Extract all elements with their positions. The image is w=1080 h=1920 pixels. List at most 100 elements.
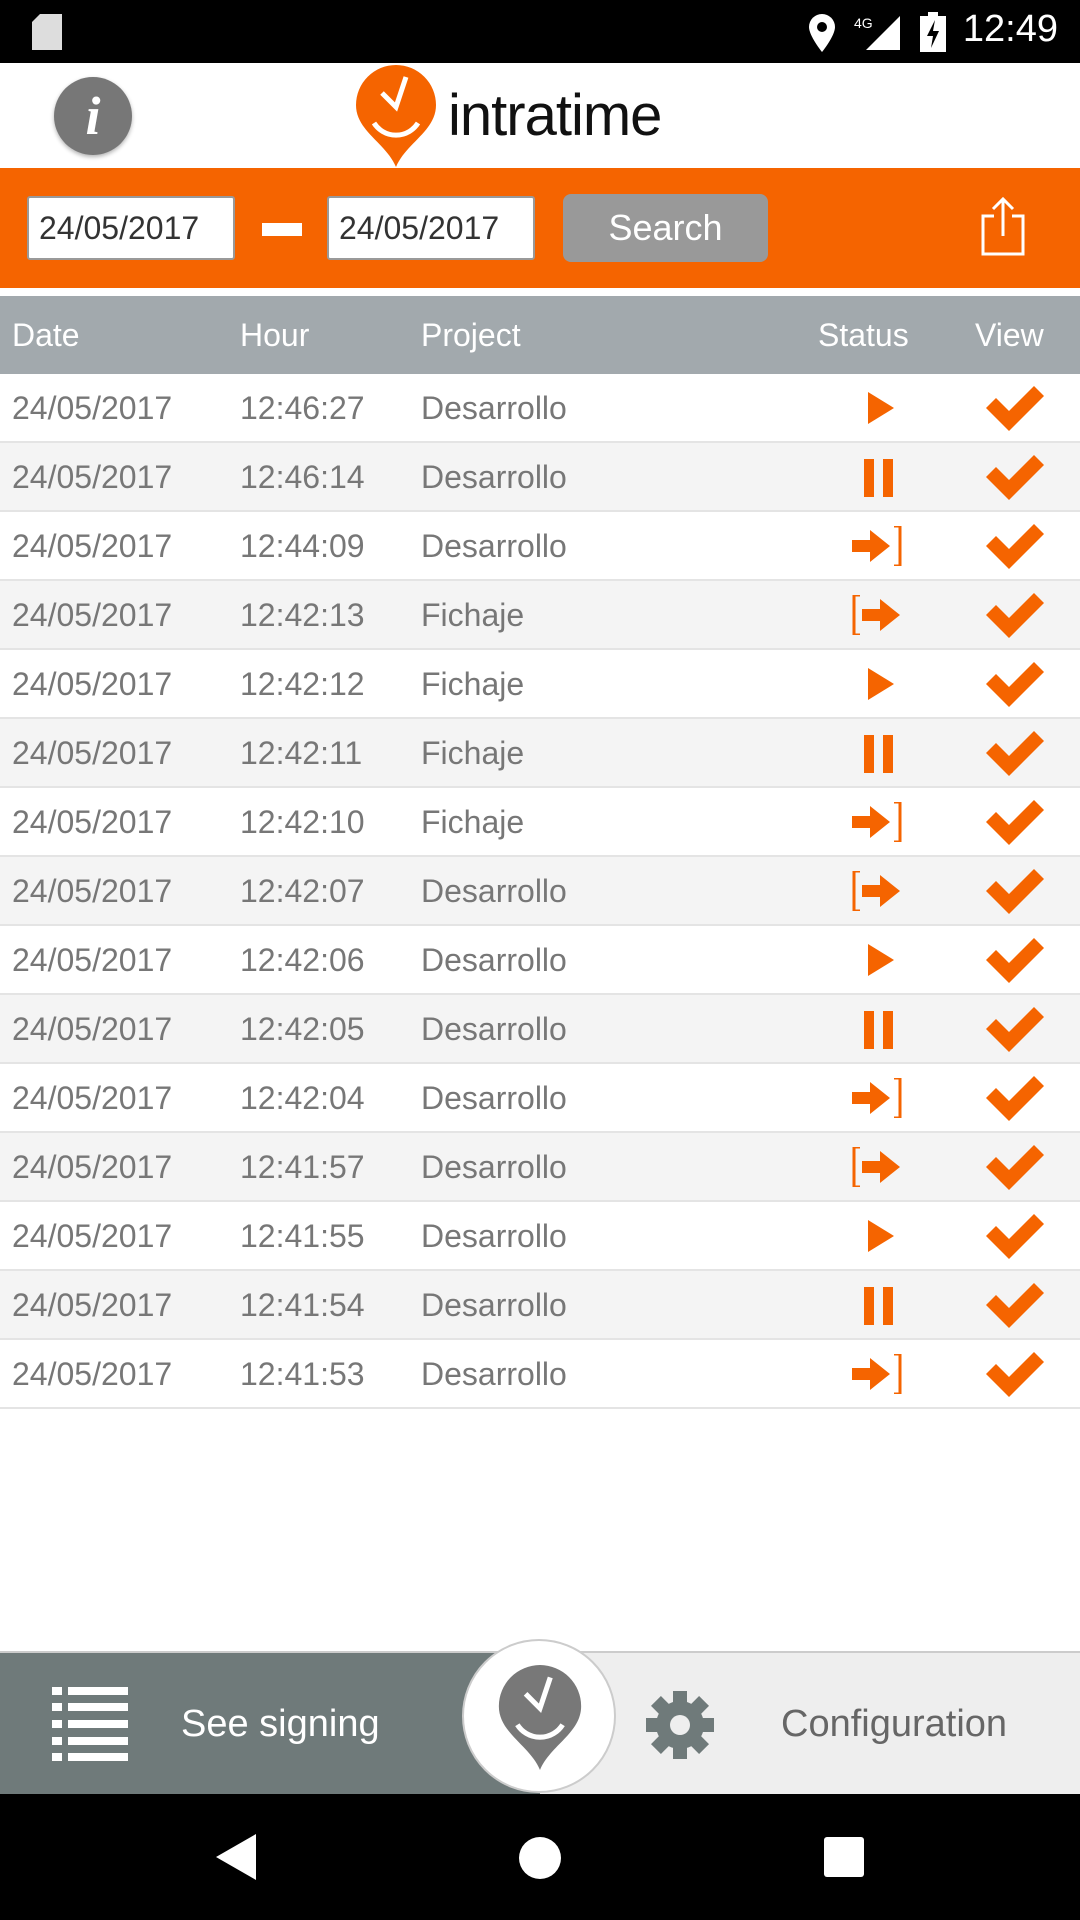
play-icon (868, 392, 894, 424)
cell-hour: 12:44:09 (240, 528, 365, 564)
recents-icon[interactable] (824, 1837, 864, 1877)
table-row[interactable]: 24/05/2017 12:42:04 Desarrollo (0, 1064, 1080, 1133)
table-row[interactable]: 24/05/2017 12:42:05 Desarrollo (0, 995, 1080, 1064)
table-row[interactable]: 24/05/2017 12:41:57 Desarrollo (0, 1133, 1080, 1202)
cell-project: Fichaje (421, 597, 525, 633)
play-icon (868, 1220, 894, 1252)
column-project[interactable]: Project (421, 296, 521, 374)
pause-icon (864, 1287, 893, 1325)
cell-project: Desarrollo (421, 459, 567, 495)
share-icon[interactable] (980, 196, 1026, 256)
app-header: i intratime (0, 63, 1080, 168)
play-icon (868, 944, 894, 976)
search-button[interactable]: Search (563, 194, 768, 262)
pause-icon (864, 1011, 893, 1049)
table-row[interactable]: 24/05/2017 12:42:06 Desarrollo (0, 926, 1080, 995)
filter-bar: 24/05/2017 24/05/2017 Search (0, 168, 1080, 288)
cell-hour: 12:42:05 (240, 1011, 365, 1047)
back-icon[interactable] (216, 1834, 256, 1880)
table-row[interactable]: 24/05/2017 12:46:27 Desarrollo (0, 374, 1080, 443)
status-bar: 4G 12:49 (0, 0, 1080, 63)
cell-hour: 12:42:10 (240, 804, 365, 840)
cell-project: Desarrollo (421, 528, 567, 564)
view-check-icon[interactable] (982, 455, 1048, 501)
enter-icon (852, 1147, 900, 1187)
cell-project: Desarrollo (421, 1011, 567, 1047)
table-row[interactable]: 24/05/2017 12:42:07 Desarrollo (0, 857, 1080, 926)
cell-date: 24/05/2017 (12, 873, 173, 909)
date-range-separator (262, 223, 302, 236)
table-row[interactable]: 24/05/2017 12:41:55 Desarrollo (0, 1202, 1080, 1271)
view-check-icon[interactable] (982, 662, 1048, 708)
see-signing-button[interactable]: See signing (0, 1653, 540, 1796)
view-check-icon[interactable] (982, 1007, 1048, 1053)
view-check-icon[interactable] (982, 938, 1048, 984)
cell-hour: 12:42:06 (240, 942, 365, 978)
list-icon (52, 1687, 128, 1761)
pause-icon (864, 735, 893, 773)
view-check-icon[interactable] (982, 731, 1048, 777)
cell-project: Desarrollo (421, 1080, 567, 1116)
home-icon[interactable] (518, 1836, 562, 1880)
table-header: Date Hour Project Status View (0, 296, 1080, 374)
cell-date: 24/05/2017 (12, 804, 173, 840)
cell-date: 24/05/2017 (12, 1011, 173, 1047)
cell-project: Fichaje (421, 666, 525, 702)
cell-project: Desarrollo (421, 1149, 567, 1185)
cell-date: 24/05/2017 (12, 1149, 173, 1185)
location-icon (809, 14, 835, 52)
cell-project: Desarrollo (421, 873, 567, 909)
view-check-icon[interactable] (982, 1214, 1048, 1260)
view-check-icon[interactable] (982, 1352, 1048, 1398)
cell-hour: 12:42:07 (240, 873, 365, 909)
gear-icon[interactable] (644, 1689, 716, 1761)
logo-icon (356, 65, 436, 167)
cell-project: Fichaje (421, 735, 525, 771)
view-check-icon[interactable] (982, 1145, 1048, 1191)
table-row[interactable]: 24/05/2017 12:46:14 Desarrollo (0, 443, 1080, 512)
bottom-bar: See signing Configuration (0, 1639, 1080, 1796)
configuration-button[interactable]: Configuration (781, 1653, 1007, 1796)
table-row[interactable]: 24/05/2017 12:42:12 Fichaje (0, 650, 1080, 719)
view-check-icon[interactable] (982, 869, 1048, 915)
column-hour[interactable]: Hour (240, 296, 309, 374)
cell-project: Desarrollo (421, 1218, 567, 1254)
column-date[interactable]: Date (12, 296, 80, 374)
cell-date: 24/05/2017 (12, 597, 173, 633)
table-row[interactable]: 24/05/2017 12:42:10 Fichaje (0, 788, 1080, 857)
cell-date: 24/05/2017 (12, 1287, 173, 1323)
cell-hour: 12:46:14 (240, 459, 365, 495)
table-row[interactable]: 24/05/2017 12:42:11 Fichaje (0, 719, 1080, 788)
date-to-input[interactable]: 24/05/2017 (327, 196, 535, 260)
table-row[interactable]: 24/05/2017 12:44:09 Desarrollo (0, 512, 1080, 581)
view-check-icon[interactable] (982, 386, 1048, 432)
exit-icon (852, 1354, 902, 1394)
cell-date: 24/05/2017 (12, 459, 173, 495)
cell-hour: 12:41:57 (240, 1149, 365, 1185)
sign-button[interactable] (462, 1639, 616, 1793)
date-from-input[interactable]: 24/05/2017 (27, 196, 235, 260)
view-check-icon[interactable] (982, 524, 1048, 570)
view-check-icon[interactable] (982, 800, 1048, 846)
view-check-icon[interactable] (982, 593, 1048, 639)
table-row[interactable]: 24/05/2017 12:42:13 Fichaje (0, 581, 1080, 650)
svg-text:4G: 4G (854, 15, 873, 31)
cell-hour: 12:41:55 (240, 1218, 365, 1254)
cell-hour: 12:42:12 (240, 666, 365, 702)
enter-icon (852, 595, 900, 635)
table-row[interactable]: 24/05/2017 12:41:53 Desarrollo (0, 1340, 1080, 1409)
cell-hour: 12:46:27 (240, 390, 365, 426)
cell-date: 24/05/2017 (12, 1356, 173, 1392)
info-icon[interactable]: i (54, 77, 132, 155)
cell-hour: 12:42:13 (240, 597, 365, 633)
cell-project: Desarrollo (421, 1287, 567, 1323)
table-row[interactable]: 24/05/2017 12:41:54 Desarrollo (0, 1271, 1080, 1340)
cell-project: Desarrollo (421, 390, 567, 426)
column-status[interactable]: Status (818, 296, 909, 374)
cell-date: 24/05/2017 (12, 666, 173, 702)
column-view[interactable]: View (975, 296, 1044, 374)
view-check-icon[interactable] (982, 1283, 1048, 1329)
battery-charging-icon (920, 12, 946, 52)
exit-icon (852, 1078, 902, 1118)
view-check-icon[interactable] (982, 1076, 1048, 1122)
